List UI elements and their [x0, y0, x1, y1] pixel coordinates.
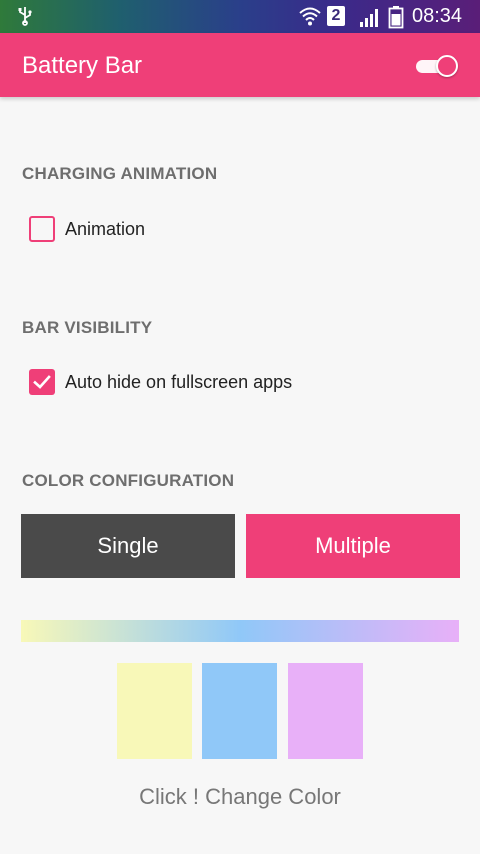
color-swatch-3[interactable] — [288, 663, 363, 759]
auto-hide-label: Auto hide on fullscreen apps — [65, 372, 293, 392]
status-bar: 2 08:34 — [0, 0, 480, 33]
clock: 08:34 — [412, 5, 463, 27]
color-swatch-2[interactable] — [202, 663, 277, 759]
master-toggle[interactable] — [414, 55, 460, 77]
single-color-button[interactable]: Single — [21, 514, 235, 578]
animation-checkbox[interactable] — [29, 216, 55, 242]
toggle-thumb — [436, 55, 458, 77]
charging-animation-header: CHARGING ANIMATION — [22, 164, 218, 183]
signal-icon — [360, 9, 378, 27]
color-gradient-preview — [21, 620, 459, 642]
app-bar: Battery Bar — [0, 33, 480, 97]
app-title: Battery Bar — [22, 52, 143, 79]
bar-visibility-header: BAR VISIBILITY — [22, 318, 153, 337]
checkmark-icon — [33, 375, 51, 389]
change-color-hint[interactable]: Click ! Change Color — [0, 784, 480, 810]
color-swatch-1[interactable] — [117, 663, 192, 759]
usb-icon — [18, 7, 32, 26]
animation-label: Animation — [65, 219, 146, 239]
multiple-color-button[interactable]: Multiple — [246, 514, 460, 578]
sim-icon: 2 — [327, 6, 345, 26]
battery-icon — [388, 6, 404, 29]
auto-hide-checkbox[interactable] — [29, 369, 55, 395]
color-configuration-header: COLOR CONFIGURATION — [22, 471, 235, 490]
wifi-icon — [299, 7, 321, 26]
